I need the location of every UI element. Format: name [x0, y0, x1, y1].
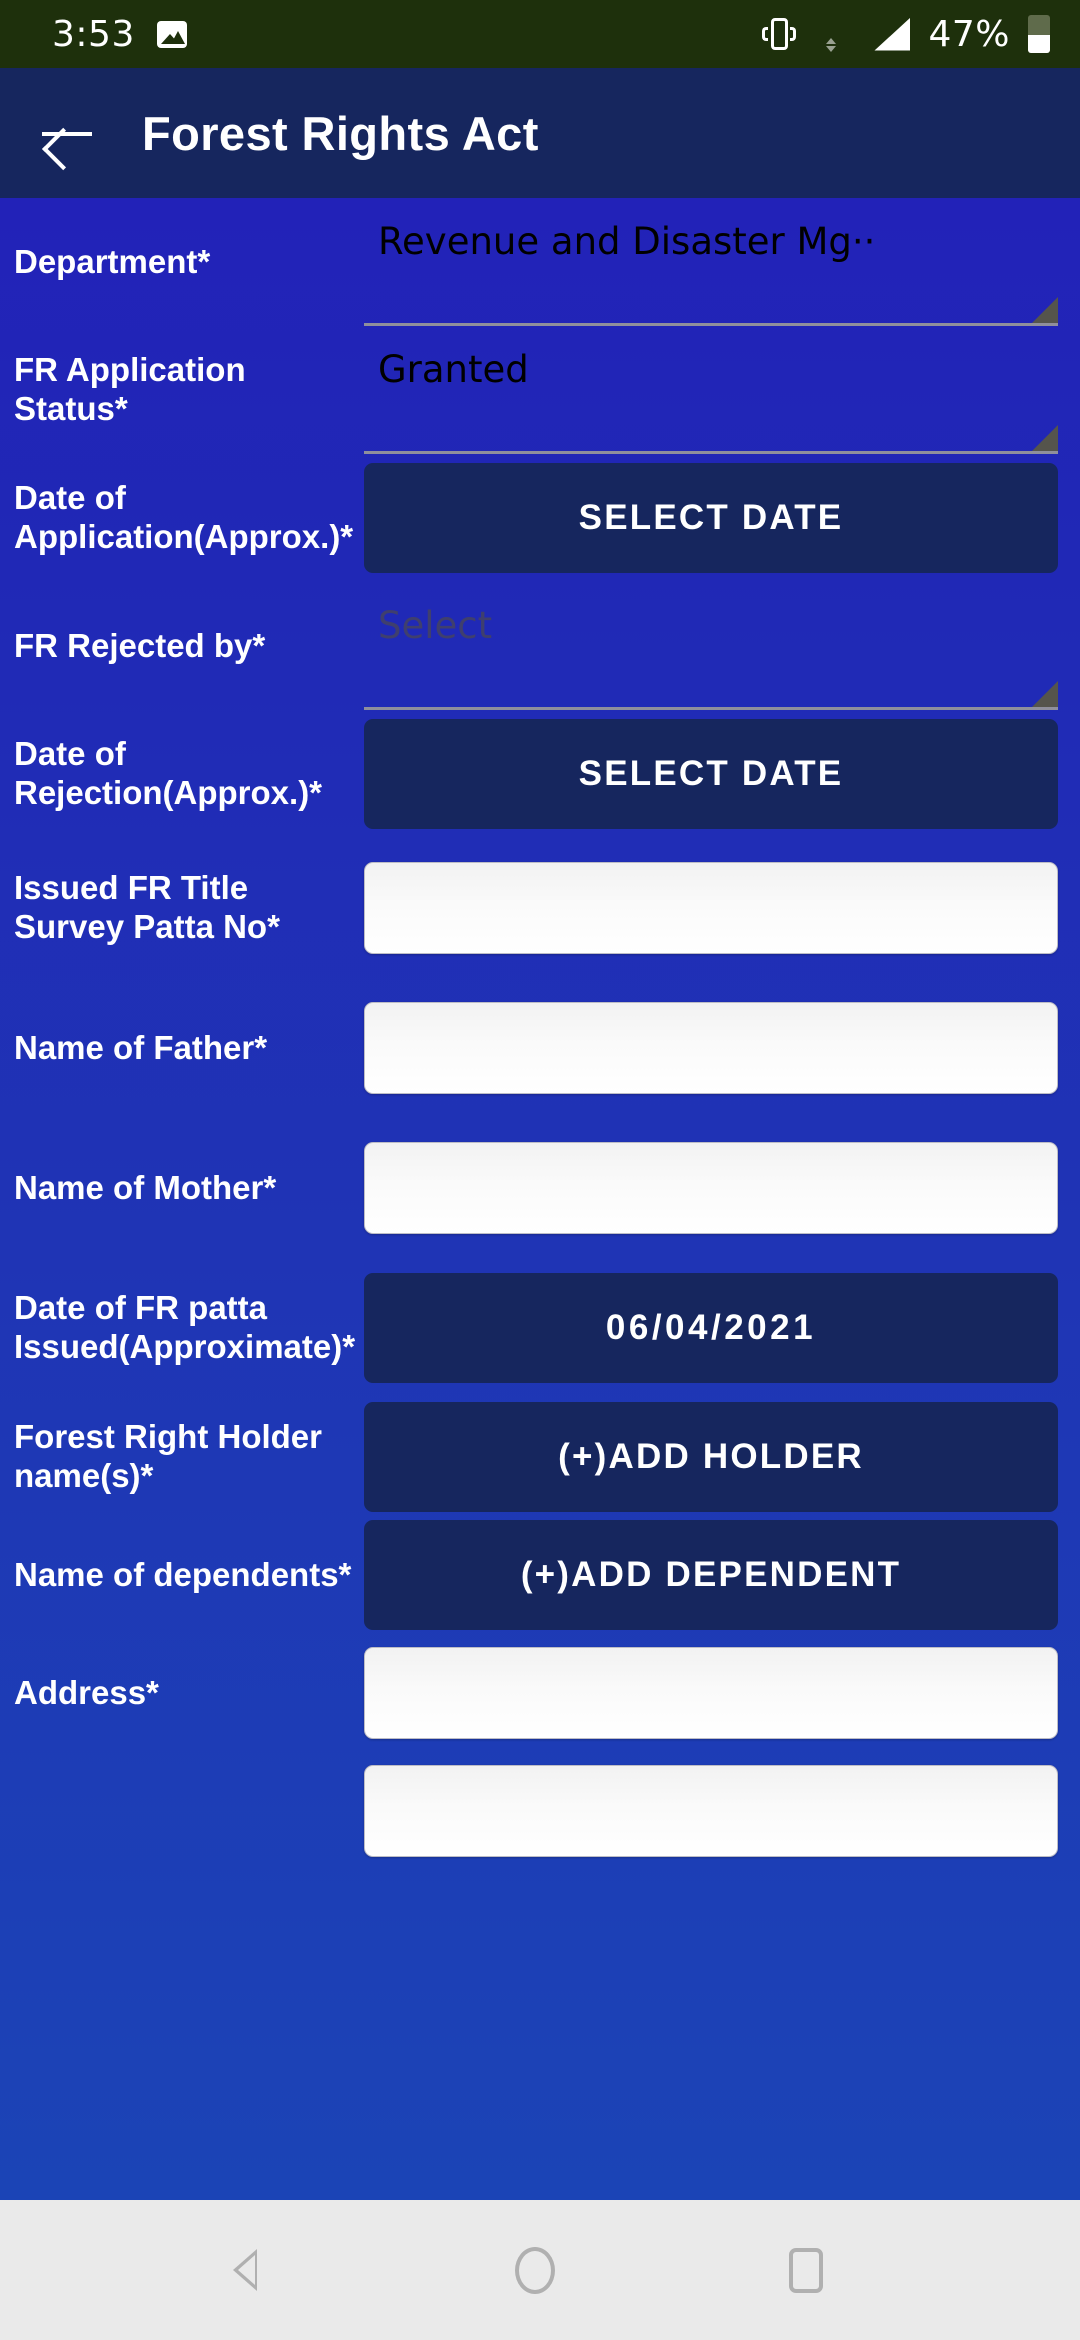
form-row: Date of Application(Approx.)* SELECT DATE	[14, 454, 1058, 582]
photo-icon	[156, 20, 187, 48]
status-time: 3:53	[52, 13, 135, 55]
text-input[interactable]	[364, 1142, 1058, 1234]
field-label: Name of dependents*	[14, 1555, 352, 1593]
form-row: Date of FR patta Issued(Approximate)* 06/…	[14, 1258, 1058, 1398]
field-label: Date of FR patta Issued(Approximate)*	[14, 1289, 356, 1365]
field-control	[364, 1142, 1058, 1234]
text-input[interactable]	[364, 1765, 1058, 1857]
form-row: Name of Father*	[14, 978, 1058, 1118]
status-bar-left: 3:53	[52, 14, 187, 55]
form-row: Address*	[14, 1634, 1058, 1752]
form-row: Date of Rejection(Approx.)* SELECT DATE	[14, 710, 1058, 838]
field-label: FR Application Status*	[14, 351, 246, 427]
spinner-underline	[364, 451, 1058, 454]
field-label: Date of Application(Approx.)*	[14, 479, 354, 555]
form-row: Name of dependents* (+)ADD DEPENDENT	[14, 1516, 1058, 1634]
signal-icon	[874, 17, 911, 51]
action-button[interactable]: SELECT DATE	[364, 719, 1058, 829]
form-row	[14, 1752, 1058, 1870]
status-bar-right: 47%	[762, 14, 1050, 55]
form-row: FR Application Status* Granted	[14, 326, 1058, 454]
field-label: Issued FR Title Survey Patta No*	[14, 869, 280, 945]
system-nav-bar	[0, 2200, 1080, 2340]
action-button[interactable]: (+)ADD DEPENDENT	[364, 1520, 1058, 1630]
dropdown-value: Select	[378, 604, 493, 647]
action-button[interactable]: SELECT DATE	[364, 463, 1058, 573]
field-control: SELECT DATE	[364, 719, 1058, 829]
field-control: (+)ADD HOLDER	[364, 1402, 1058, 1512]
field-control: SELECT DATE	[364, 463, 1058, 573]
vibrate-icon	[762, 14, 797, 54]
spinner-underline	[364, 707, 1058, 710]
field-label: FR Rejected by*	[14, 626, 266, 664]
dropdown-spinner[interactable]: Select	[364, 582, 1058, 710]
battery-icon	[1028, 15, 1050, 53]
dropdown-value: Revenue and Disaster Mg··	[378, 220, 876, 263]
field-control: 06/04/2021	[364, 1273, 1058, 1383]
app-screen: 3:53 47% Forest Rights Act Department* Re…	[0, 0, 1080, 2340]
field-label: Forest Right Holder name(s)*	[14, 1418, 323, 1494]
form-row: Department* Revenue and Disaster Mg··	[14, 198, 1058, 326]
text-input[interactable]	[364, 1647, 1058, 1739]
dropdown-spinner[interactable]: Granted	[364, 326, 1058, 454]
text-input[interactable]	[364, 862, 1058, 954]
field-label: Name of Father*	[14, 1028, 268, 1066]
nav-home-icon[interactable]	[515, 2246, 556, 2294]
dropdown-triangle-icon	[1032, 425, 1058, 451]
field-control: Select	[364, 582, 1058, 710]
form-row: Name of Mother*	[14, 1118, 1058, 1258]
field-control: (+)ADD DEPENDENT	[364, 1520, 1058, 1630]
dropdown-spinner[interactable]: Revenue and Disaster Mg··	[364, 198, 1058, 326]
field-control	[364, 1765, 1058, 1857]
field-control	[364, 1647, 1058, 1739]
action-button[interactable]: (+)ADD HOLDER	[364, 1402, 1058, 1512]
nav-back-icon[interactable]	[232, 2248, 282, 2292]
battery-percent-label: 47%	[928, 13, 1010, 55]
field-control	[364, 862, 1058, 954]
form-row: FR Rejected by* Select	[14, 582, 1058, 710]
field-control: Revenue and Disaster Mg··	[364, 198, 1058, 326]
field-label: Date of Rejection(Approx.)*	[14, 735, 323, 811]
dropdown-value: Granted	[378, 348, 529, 391]
field-control: Granted	[364, 326, 1058, 454]
form-row: Forest Right Holder name(s)* (+)ADD HOLDE…	[14, 1398, 1058, 1516]
dropdown-triangle-icon	[1032, 297, 1058, 323]
field-control	[364, 1002, 1058, 1094]
selected-date-button[interactable]: 06/04/2021	[364, 1273, 1058, 1383]
page-title: Forest Rights Act	[142, 106, 539, 160]
dropdown-triangle-icon	[1032, 681, 1058, 707]
toolbar: Forest Rights Act	[0, 68, 1080, 198]
form-row: Issued FR Title Survey Patta No*	[14, 838, 1058, 978]
nav-recents-icon[interactable]	[789, 2247, 824, 2293]
status-bar: 3:53 47%	[0, 0, 1080, 68]
back-arrow-icon[interactable]	[38, 105, 94, 161]
form-container: Department* Revenue and Disaster Mg·· FR A…	[0, 198, 1080, 2200]
wifi-icon	[814, 18, 856, 52]
field-label: Address*	[14, 1673, 159, 1711]
field-label: Department*	[14, 242, 211, 280]
field-label: Name of Mother*	[14, 1168, 277, 1206]
text-input[interactable]	[364, 1002, 1058, 1094]
